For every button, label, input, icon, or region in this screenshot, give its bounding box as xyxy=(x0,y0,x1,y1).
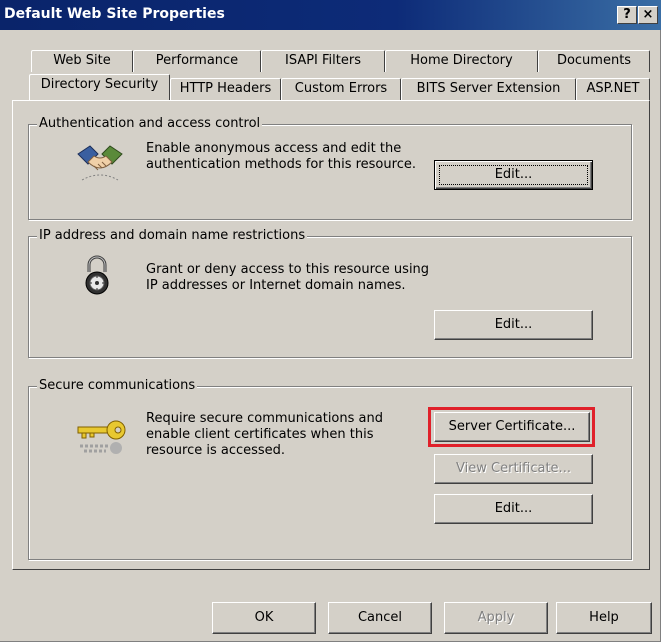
ip-description-line1: Grant or deny access to this resource us… xyxy=(146,262,430,277)
tab-asp-net[interactable]: ASP.NET xyxy=(576,78,650,100)
ip-edit-label: Edit... xyxy=(494,317,533,332)
view-certificate-label: View Certificate... xyxy=(456,461,571,476)
tab-isapi-filters[interactable]: ISAPI Filters xyxy=(261,50,385,72)
ok-button[interactable]: OK xyxy=(212,602,316,634)
auth-edit-label: Edit... xyxy=(494,167,533,182)
tab-documents[interactable]: Documents xyxy=(538,50,650,72)
window-title: Default Web Site Properties xyxy=(4,6,225,22)
ip-edit-button[interactable]: Edit... xyxy=(434,310,593,340)
key-icon xyxy=(77,420,126,454)
secure-description-line3: resource is accessed. xyxy=(146,443,286,458)
tab-directory-security[interactable]: Directory Security xyxy=(29,74,170,100)
secure-legend: Secure communications xyxy=(37,378,198,393)
tab-http-headers[interactable]: HTTP Headers xyxy=(170,78,281,100)
auth-legend: Authentication and access control xyxy=(37,116,263,131)
ok-label: OK xyxy=(254,610,274,625)
ip-legend: IP address and domain name restrictions xyxy=(37,228,308,243)
title-bar[interactable]: Default Web Site Properties ? × xyxy=(0,0,661,30)
auth-edit-button[interactable]: Edit... xyxy=(434,160,593,190)
auth-description-line1: Enable anonymous access and edit the xyxy=(146,141,402,156)
help-title-button[interactable]: ? xyxy=(617,6,637,24)
apply-label: Apply xyxy=(477,610,515,625)
cancel-button[interactable]: Cancel xyxy=(328,602,432,634)
highlight-box xyxy=(428,407,595,447)
ip-description-line2: IP addresses or Internet domain names. xyxy=(146,278,406,293)
cancel-label: Cancel xyxy=(357,610,403,625)
help-label: Help xyxy=(589,610,619,625)
help-button[interactable]: Help xyxy=(556,602,652,634)
tab-custom-errors[interactable]: Custom Errors xyxy=(281,78,401,100)
auth-description-line2: authentication methods for this resource… xyxy=(146,157,416,172)
view-certificate-button[interactable]: View Certificate... xyxy=(434,454,593,484)
secure-description-line1: Require secure communications and xyxy=(146,411,383,426)
tab-home-directory[interactable]: Home Directory xyxy=(385,50,538,72)
close-title-button[interactable]: × xyxy=(638,6,658,24)
tab-bits-server-extension[interactable]: BITS Server Extension xyxy=(401,78,576,100)
secure-description-line2: enable client certificates when this xyxy=(146,427,374,442)
secure-edit-button[interactable]: Edit... xyxy=(434,494,593,524)
secure-edit-label: Edit... xyxy=(494,501,533,516)
padlock-icon xyxy=(85,255,109,295)
properties-dialog: Default Web Site Properties ? × Web Site… xyxy=(0,0,661,642)
handshake-icon xyxy=(77,145,123,181)
apply-button[interactable]: Apply xyxy=(444,602,548,634)
tab-web-site[interactable]: Web Site xyxy=(31,50,133,72)
tab-performance[interactable]: Performance xyxy=(133,50,261,72)
